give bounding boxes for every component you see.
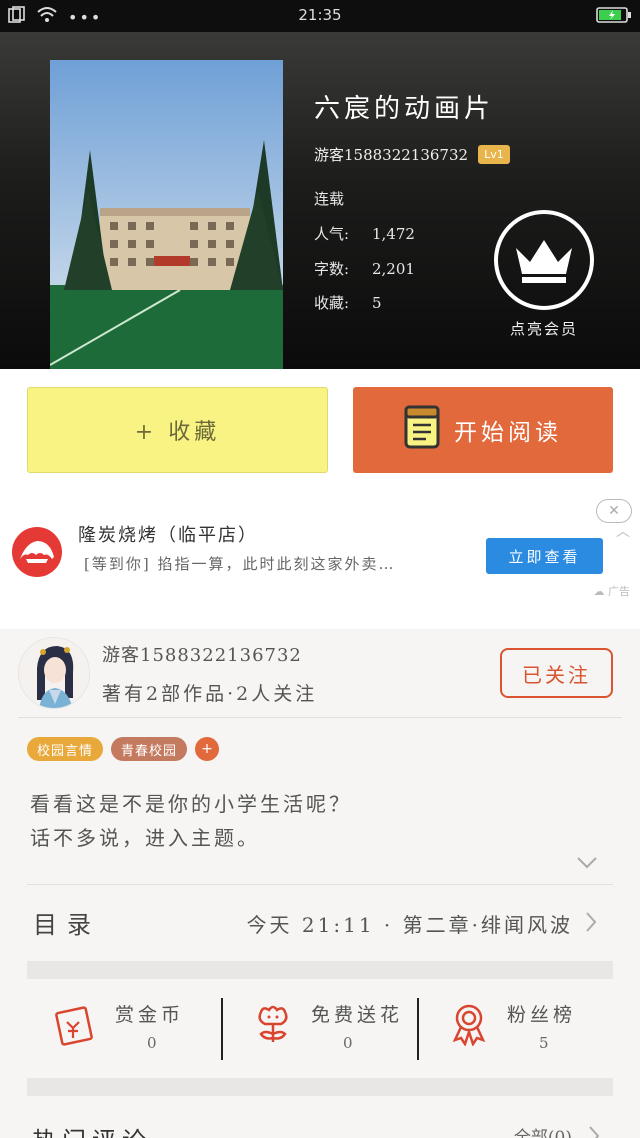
author-works: 著有2部作品·2人关注 xyxy=(102,683,318,705)
flower-icon xyxy=(251,1002,288,1046)
book-header: 六宸的动画片 游客1588322136732 Lv1 连载 人气: 1,472 字… xyxy=(0,32,640,369)
tag-youth-campus[interactable]: 青春校园 xyxy=(111,737,188,761)
ad-tag-label: 广告 xyxy=(608,585,630,598)
red-envelope-icon xyxy=(55,1002,93,1046)
book-intro: 看看这是不是你的小学生活呢？ 话不多说，进入主题。 xyxy=(30,787,352,855)
chevron-right-icon xyxy=(585,911,597,937)
stat-favorites-label: 收藏: xyxy=(314,294,350,312)
author-section: 游客1588322136732 著有2部作品·2人关注 已关注 校园言情 青春校… xyxy=(0,629,640,1138)
table-of-contents-row[interactable]: 目录 今天 21:11 · 第二章·绯闻风波 xyxy=(27,885,613,961)
tag-campus-romance[interactable]: 校园言情 xyxy=(27,737,104,761)
stat-popularity-value: 1,472 xyxy=(372,225,415,243)
genre-tags: 校园言情 青春校园 + xyxy=(27,737,220,761)
ad-tag: ☁ 广告 xyxy=(594,583,631,599)
stat-wordcount: 字数: 2,201 xyxy=(314,258,415,279)
follow-button[interactable]: 已关注 xyxy=(500,648,613,698)
section-divider xyxy=(27,961,613,979)
ad-close-button[interactable]: ✕ xyxy=(596,499,632,523)
author-name[interactable]: 游客1588322136732 xyxy=(102,641,302,667)
add-tag-button[interactable]: + xyxy=(195,737,220,761)
chevron-down-icon[interactable] xyxy=(576,855,598,874)
reward-coins-button[interactable]: 赏金币 0 xyxy=(27,980,222,1076)
status-bar: ••• 21:35 xyxy=(0,0,640,32)
stat-popularity-label: 人气: xyxy=(314,225,350,243)
book-author-row: 游客1588322136732 Lv1 xyxy=(314,144,510,165)
ad-banner[interactable]: 隆炭烧烤（临平店） [等到你] 掐指一算，此时此刻这家外卖… 立即查看 ✕ ︿ … xyxy=(0,491,640,629)
vip-button[interactable]: 点亮会员 xyxy=(494,210,594,339)
book-title: 六宸的动画片 xyxy=(314,94,495,124)
book-cover[interactable] xyxy=(50,60,283,369)
cloud-icon: ☁ xyxy=(593,585,605,598)
level-badge: Lv1 xyxy=(478,145,510,164)
hot-reviews-title: 热门评论 xyxy=(32,1121,152,1138)
stat-wordcount-value: 2,201 xyxy=(372,260,415,278)
latest-chapter: 今天 21:11 · 第二章·绯闻风波 xyxy=(246,913,573,937)
status-time: 21:35 xyxy=(298,6,342,24)
stat-wordcount-label: 字数: xyxy=(314,260,350,278)
fan-ranking-value: 5 xyxy=(539,1034,549,1052)
reward-coins-value: 0 xyxy=(147,1034,157,1052)
ad-view-button[interactable]: 立即查看 xyxy=(486,538,603,574)
medal-icon xyxy=(447,1002,486,1047)
book-icon xyxy=(404,405,440,455)
author-avatar[interactable] xyxy=(18,637,90,709)
divider xyxy=(18,717,622,718)
send-flower-button[interactable]: 免费送花 0 xyxy=(223,980,418,1076)
ad-title: 隆炭烧烤（临平店） xyxy=(78,525,258,546)
all-reviews-link[interactable]: 全部(0) xyxy=(514,1123,572,1138)
chevron-right-icon[interactable] xyxy=(588,1125,600,1138)
book-author[interactable]: 游客1588322136732 xyxy=(314,144,468,165)
support-row: 赏金币 0 免费送花 0 粉丝榜 5 xyxy=(27,980,613,1076)
stat-favorites: 收藏: 5 xyxy=(314,292,382,313)
book-status: 连载 xyxy=(314,190,345,208)
add-favorite-button[interactable]: + 收藏 xyxy=(27,387,328,473)
battery-icon xyxy=(596,6,632,28)
stat-popularity: 人气: 1,472 xyxy=(314,223,415,244)
start-reading-label: 开始阅读 xyxy=(454,420,562,446)
ad-description: [等到你] 掐指一算，此时此刻这家外卖… xyxy=(84,555,396,573)
fan-ranking-label: 粉丝榜 xyxy=(507,1004,577,1026)
send-flower-value: 0 xyxy=(343,1034,353,1052)
start-reading-button[interactable]: 开始阅读 xyxy=(353,387,613,473)
reward-coins-label: 赏金币 xyxy=(115,1004,185,1026)
stat-favorites-value: 5 xyxy=(372,294,382,312)
intro-line: 看看这是不是你的小学生活呢？ xyxy=(30,792,352,816)
ad-logo xyxy=(12,527,62,577)
chevron-up-icon[interactable]: ︿ xyxy=(616,521,630,541)
toc-label: 目录 xyxy=(33,911,101,939)
fan-ranking-button[interactable]: 粉丝榜 5 xyxy=(419,980,614,1076)
vip-label: 点亮会员 xyxy=(509,320,578,338)
send-flower-label: 免费送花 xyxy=(311,1004,404,1026)
action-bar: + 收藏 开始阅读 xyxy=(0,369,640,491)
section-divider xyxy=(27,1078,613,1096)
intro-line: 话不多说，进入主题。 xyxy=(30,826,260,850)
crown-icon xyxy=(494,210,594,310)
